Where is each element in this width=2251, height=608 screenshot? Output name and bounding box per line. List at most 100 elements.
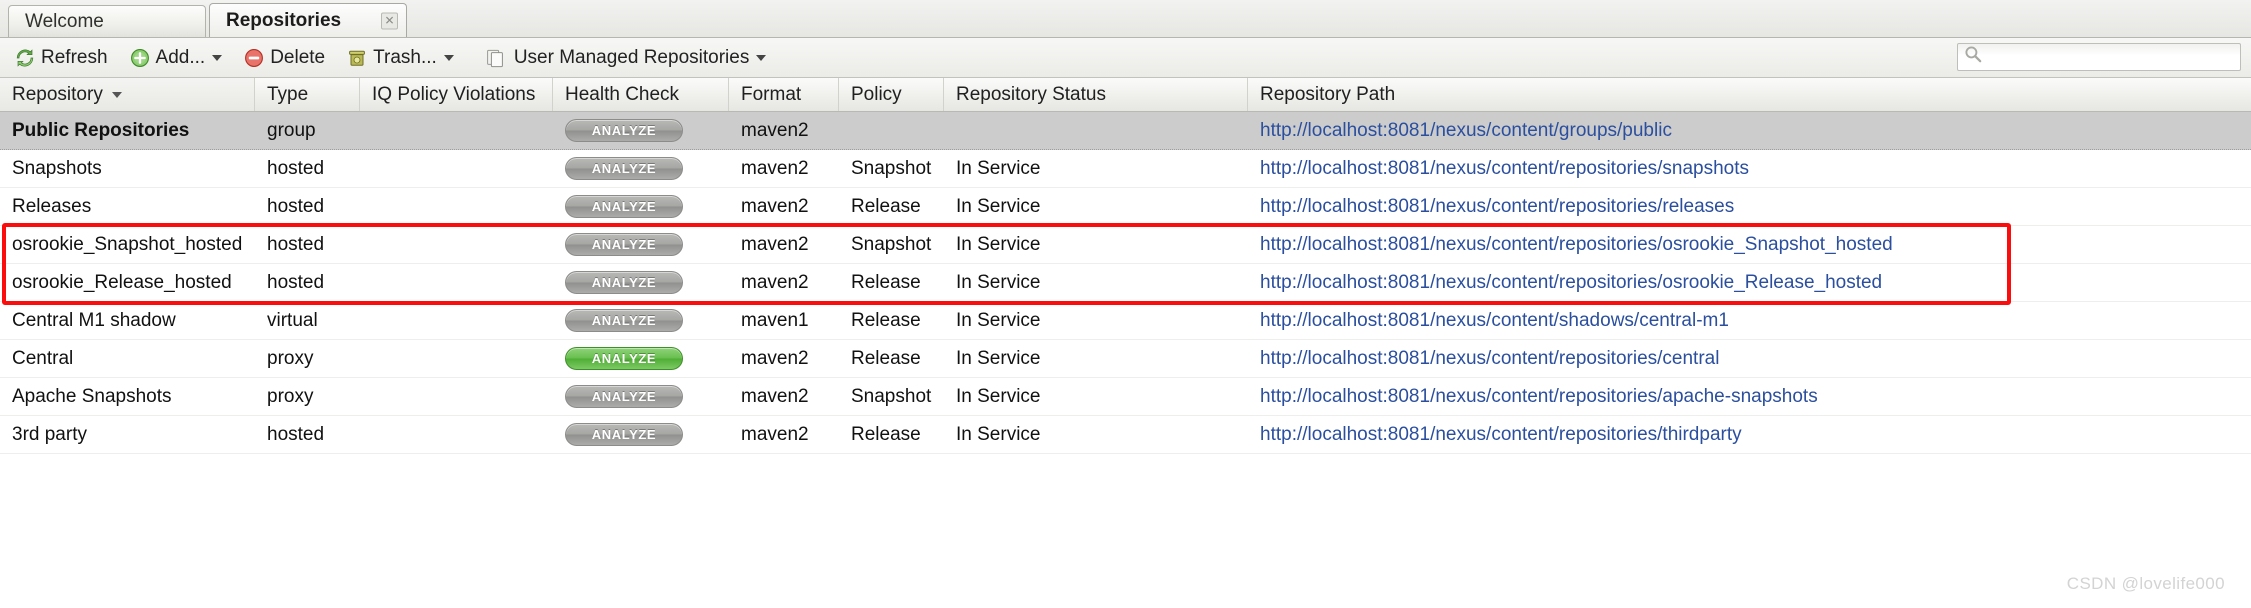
cell-text: Public Repositories (12, 119, 190, 141)
column-header-repository-status[interactable]: Repository Status (944, 78, 1248, 111)
column-header-health-check[interactable]: Health Check (553, 78, 729, 111)
analyze-button[interactable]: ANALYZE (565, 157, 683, 180)
table-row[interactable]: Central proxy ANALYZE maven2 Release In Servi… (0, 340, 2251, 378)
repository-path-link[interactable]: http://localhost:8081/nexus/content/repo… (1260, 196, 1734, 218)
health-check-cell: ANALYZE (553, 416, 729, 453)
analyze-button[interactable]: ANALYZE (565, 385, 683, 408)
tab-welcome[interactable]: Welcome (8, 5, 206, 37)
table-row[interactable]: Snapshots hosted ANALYZE maven2 Snapshot In S… (0, 150, 2251, 188)
analyze-button[interactable]: ANALYZE (565, 309, 683, 332)
search-icon (1964, 45, 1982, 69)
analyze-button[interactable]: ANALYZE (565, 423, 683, 446)
health-check-cell: ANALYZE (553, 340, 729, 377)
cell-repository-path[interactable]: http://localhost:8081/nexus/content/repo… (1248, 188, 2251, 225)
cell-repository-status: In Service (944, 416, 1248, 453)
repository-path-link[interactable]: http://localhost:8081/nexus/content/shad… (1260, 310, 1729, 332)
cell-format: maven2 (729, 112, 839, 149)
cell-repository-path[interactable]: http://localhost:8081/nexus/content/repo… (1248, 226, 2251, 263)
cell-text: osrookie_Snapshot_hosted (12, 233, 243, 255)
table-row[interactable]: osrookie_Release_hosted hosted ANALYZE mave… (0, 264, 2251, 302)
cell-repository-path[interactable]: http://localhost:8081/nexus/content/repo… (1248, 416, 2251, 453)
table-row[interactable]: Releases hosted ANALYZE maven2 Release In Ser… (0, 188, 2251, 226)
cell-text: maven2 (741, 233, 809, 255)
cell-repository: osrookie_Release_hosted (0, 264, 255, 301)
table-row[interactable]: Public Repositories group ANALYZE maven2 htt… (0, 112, 2251, 150)
chevron-down-icon (212, 54, 223, 61)
toolbar: Refresh Add... Delete Trash... User Mana… (0, 38, 2251, 78)
repository-path-link[interactable]: http://localhost:8081/nexus/content/repo… (1260, 348, 1719, 370)
cell-repository-status: In Service (944, 188, 1248, 225)
cell-iq-policy-violations (360, 416, 553, 453)
tab-repositories[interactable]: Repositories ✕ (209, 3, 407, 37)
user-managed-repositories-label: User Managed Repositories (513, 46, 750, 68)
analyze-button[interactable]: ANALYZE (565, 119, 683, 142)
cell-text: Release (851, 423, 921, 445)
table-row[interactable]: Apache Snapshots proxy ANALYZE maven2 Snapsh… (0, 378, 2251, 416)
cell-repository: Central (0, 340, 255, 377)
repository-path-link[interactable]: http://localhost:8081/nexus/content/repo… (1260, 158, 1749, 180)
table-row[interactable]: 3rd party hosted ANALYZE maven2 Release In Se… (0, 416, 2251, 454)
health-check-cell: ANALYZE (553, 112, 729, 149)
add-button-label: Add... (155, 46, 206, 68)
cell-repository-path[interactable]: http://localhost:8081/nexus/content/repo… (1248, 150, 2251, 187)
cell-text: Central (12, 347, 74, 369)
cell-text: In Service (956, 385, 1041, 407)
column-header-repository[interactable]: Repository (0, 78, 255, 111)
health-check-cell: ANALYZE (553, 378, 729, 415)
column-header-iq-policy-violations-label: IQ Policy Violations (372, 83, 536, 105)
cell-repository-path[interactable]: http://localhost:8081/nexus/content/grou… (1248, 112, 2251, 149)
cell-repository-path[interactable]: http://localhost:8081/nexus/content/shad… (1248, 302, 2251, 339)
cell-repository-status: In Service (944, 378, 1248, 415)
column-header-policy[interactable]: Policy (839, 78, 944, 111)
table-row[interactable]: osrookie_Snapshot_hosted hosted ANALYZE mav… (0, 226, 2251, 264)
analyze-button[interactable]: ANALYZE (565, 347, 683, 370)
health-check-cell: ANALYZE (553, 226, 729, 263)
column-header-iq-policy-violations[interactable]: IQ Policy Violations (360, 78, 553, 111)
cell-text: osrookie_Release_hosted (12, 271, 232, 293)
table-row[interactable]: Central M1 shadow virtual ANALYZE maven1 Rel… (0, 302, 2251, 340)
health-check-cell: ANALYZE (553, 264, 729, 301)
cell-type: group (255, 112, 360, 149)
column-header-repository-path[interactable]: Repository Path (1248, 78, 2251, 111)
cell-text: In Service (956, 347, 1041, 369)
add-button[interactable]: Add... (121, 42, 232, 74)
user-managed-repositories-button[interactable]: User Managed Repositories (477, 42, 776, 74)
cell-type: virtual (255, 302, 360, 339)
column-header-format-label: Format (741, 83, 802, 105)
cell-type: hosted (255, 416, 360, 453)
refresh-button[interactable]: Refresh (6, 42, 117, 74)
repositories-grid: Repository Type IQ Policy Violations Hea… (0, 78, 2251, 454)
cell-text: maven2 (741, 157, 809, 179)
cell-repository-path[interactable]: http://localhost:8081/nexus/content/repo… (1248, 378, 2251, 415)
cell-repository-status (944, 112, 1248, 149)
close-icon[interactable]: ✕ (381, 12, 398, 29)
analyze-button[interactable]: ANALYZE (565, 271, 683, 294)
column-header-type[interactable]: Type (255, 78, 360, 111)
search-box[interactable] (1957, 43, 2241, 71)
cell-format: maven2 (729, 378, 839, 415)
cell-iq-policy-violations (360, 378, 553, 415)
repository-path-link[interactable]: http://localhost:8081/nexus/content/repo… (1260, 272, 1882, 294)
repository-path-link[interactable]: http://localhost:8081/nexus/content/repo… (1260, 234, 1893, 256)
column-header-format[interactable]: Format (729, 78, 839, 111)
cell-text: maven2 (741, 195, 809, 217)
cell-text: group (267, 119, 316, 141)
delete-circle-icon (244, 48, 264, 68)
repository-path-link[interactable]: http://localhost:8081/nexus/content/repo… (1260, 386, 1818, 408)
cell-text: maven1 (741, 309, 809, 331)
cell-iq-policy-violations (360, 150, 553, 187)
cell-repository-path[interactable]: http://localhost:8081/nexus/content/repo… (1248, 264, 2251, 301)
cell-repository-status: In Service (944, 226, 1248, 263)
search-input[interactable] (1987, 46, 2221, 68)
repository-path-link[interactable]: http://localhost:8081/nexus/content/repo… (1260, 424, 1742, 446)
trash-button[interactable]: Trash... (338, 42, 463, 74)
repository-path-link[interactable]: http://localhost:8081/nexus/content/grou… (1260, 120, 1672, 142)
cell-text: proxy (267, 385, 314, 407)
chevron-down-icon (443, 54, 454, 61)
cell-repository-path[interactable]: http://localhost:8081/nexus/content/repo… (1248, 340, 2251, 377)
cell-text: maven2 (741, 385, 809, 407)
add-circle-icon (130, 48, 150, 68)
analyze-button[interactable]: ANALYZE (565, 195, 683, 218)
analyze-button[interactable]: ANALYZE (565, 233, 683, 256)
delete-button[interactable]: Delete (235, 42, 334, 74)
